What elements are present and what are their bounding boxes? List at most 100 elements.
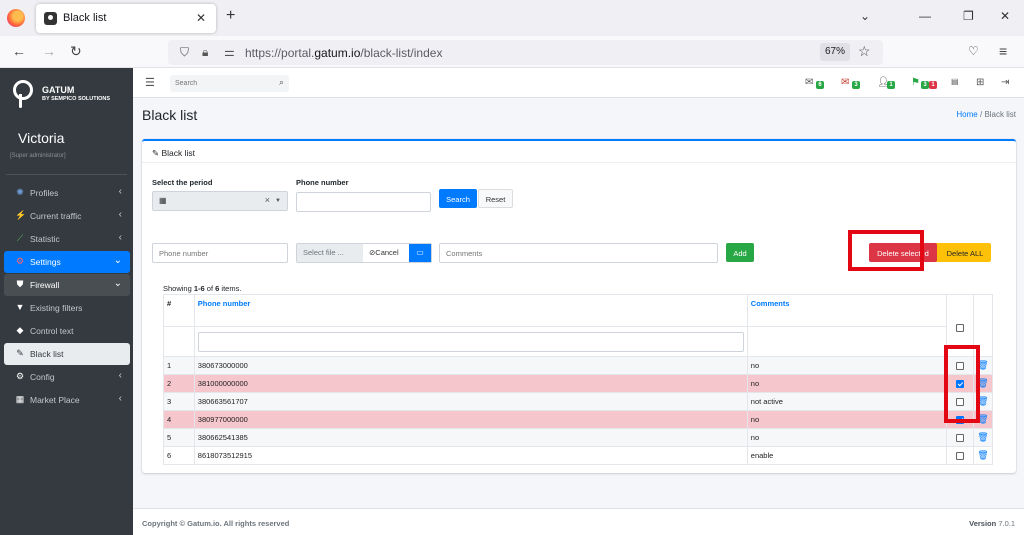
minimize-icon[interactable]: — bbox=[919, 9, 931, 23]
messages-icon[interactable]: ✉ bbox=[805, 77, 813, 88]
tasks-icon[interactable]: ⚑ bbox=[911, 77, 920, 88]
row-comment: no bbox=[746, 428, 948, 447]
search-button[interactable]: Search bbox=[439, 189, 477, 208]
brand-name: GATUM bbox=[42, 85, 75, 95]
restore-icon[interactable]: ❐ bbox=[963, 9, 974, 23]
forward-icon[interactable]: → bbox=[42, 43, 56, 59]
sidebar-item-label: Profiles bbox=[30, 188, 59, 198]
search-input[interactable] bbox=[175, 77, 270, 90]
top-header: ☰ ⌕ ✉ 6 ✉ 3 👤︎ 1 ⚑ 3 1 ▤ ⊞ ⇥ bbox=[133, 68, 1024, 98]
row-phone-number: 380662541385 bbox=[193, 428, 748, 447]
app-menu-icon[interactable]: ≡ bbox=[999, 43, 1007, 59]
close-window-icon[interactable]: ✕ bbox=[1000, 9, 1010, 23]
clear-icon[interactable]: × bbox=[265, 195, 270, 205]
gatum-favicon-icon bbox=[44, 12, 57, 25]
sidebar-item-config[interactable]: ⚙ Config ‹ bbox=[4, 366, 130, 388]
fullscreen-icon[interactable]: ⊞ bbox=[976, 77, 984, 88]
shield-icon[interactable]: ⛉ bbox=[180, 45, 189, 60]
sidebar-item-settings[interactable]: ⚙ Settings ⌄ bbox=[4, 251, 130, 273]
firefox-icon[interactable] bbox=[7, 9, 25, 27]
sidebar-item-existing-filters[interactable]: ▼ Existing filters bbox=[4, 297, 130, 319]
select-all-checkbox[interactable] bbox=[956, 324, 965, 332]
trash-icon[interactable]: 🗑︎ bbox=[977, 450, 988, 460]
language-flag-icon[interactable]: ▤ bbox=[951, 77, 959, 86]
row-phone-number: 380977000000 bbox=[193, 410, 748, 429]
row-select-checkbox[interactable] bbox=[956, 434, 965, 442]
user-name[interactable]: Victoria bbox=[18, 130, 64, 146]
browser-nav-bar: ← → ↻ ⛉ 🔒︎ ⚌ https://portal.gatum.io/bla… bbox=[0, 36, 1024, 68]
comments-input[interactable] bbox=[439, 243, 718, 263]
add-button[interactable]: Add bbox=[726, 243, 754, 262]
sidebar-item-market-place[interactable]: ▦ Market Place ‹ bbox=[4, 389, 130, 411]
chevron-left-icon: ‹ bbox=[118, 232, 122, 243]
sidebar-menu: ✺ Profiles ‹ ⚡ Current traffic ‹ ⟋ Stati… bbox=[4, 182, 130, 412]
sidebar-item-label: Config bbox=[30, 372, 55, 382]
sidebar-item-current-traffic[interactable]: ⚡ Current traffic ‹ bbox=[4, 205, 130, 227]
chevron-left-icon: ‹ bbox=[118, 209, 122, 220]
back-icon[interactable]: ← bbox=[12, 43, 26, 59]
row-phone-number: 380663561707 bbox=[193, 392, 748, 411]
reset-button[interactable]: Reset bbox=[478, 189, 513, 208]
version-text: Version 7.0.1 bbox=[969, 519, 1015, 528]
phone-number-input[interactable] bbox=[152, 243, 288, 263]
logout-icon[interactable]: ⇥ bbox=[1001, 77, 1009, 88]
messages-badge: 6 bbox=[816, 81, 824, 89]
reload-icon[interactable]: ↻ bbox=[70, 43, 82, 59]
column-header-comments[interactable]: Comments bbox=[746, 294, 948, 327]
gatum-logo-icon[interactable] bbox=[10, 80, 33, 110]
lock-icon[interactable]: 🔒︎ bbox=[202, 45, 208, 60]
tab-list-chevron-icon[interactable]: ⌄ bbox=[860, 9, 870, 23]
close-tab-icon[interactable]: ✕ bbox=[196, 11, 206, 25]
breadcrumb-home[interactable]: Home bbox=[956, 110, 977, 119]
phone-column-filter-input[interactable] bbox=[197, 331, 744, 352]
search-icon[interactable]: ⌕ bbox=[279, 77, 284, 88]
alerts-icon[interactable]: ✉ bbox=[841, 77, 849, 88]
caret-down-icon[interactable]: ▼ bbox=[275, 198, 281, 204]
file-cancel-button[interactable]: ⊘Cancel bbox=[369, 248, 399, 257]
sidebar-item-label: Settings bbox=[30, 257, 61, 267]
new-tab-icon[interactable]: + bbox=[226, 8, 235, 24]
sidebar-item-profiles[interactable]: ✺ Profiles ‹ bbox=[4, 182, 130, 204]
permissions-icon[interactable]: ⚌ bbox=[224, 45, 235, 59]
sidebar-item-label: Existing filters bbox=[30, 303, 83, 313]
pocket-icon[interactable]: ♡ bbox=[968, 43, 979, 59]
row-comment: enable bbox=[746, 446, 948, 465]
row-comment: no bbox=[746, 374, 948, 393]
column-header-phone[interactable]: Phone number bbox=[193, 294, 748, 327]
chevron-down-icon: ⌄ bbox=[113, 255, 122, 266]
traffic-icon: ⚡ bbox=[15, 210, 27, 220]
gear-icon: ⚙ bbox=[15, 371, 25, 381]
card-header: ✎ Black list bbox=[142, 141, 1016, 163]
page-title: Black list bbox=[142, 107, 198, 123]
row-select-checkbox[interactable] bbox=[956, 452, 965, 460]
browser-tab[interactable]: Black list ✕ bbox=[36, 4, 216, 33]
row-number: 6 bbox=[163, 446, 195, 465]
url-text[interactable]: https://portal.gatum.io/black-list/index bbox=[245, 46, 442, 60]
table-row: 5 380662541385 no 🗑︎ bbox=[163, 428, 994, 447]
phone-filter-input[interactable] bbox=[296, 192, 431, 212]
users-badge: 1 bbox=[887, 81, 895, 89]
url-bar[interactable]: ⛉ 🔒︎ ⚌ https://portal.gatum.io/black-lis… bbox=[168, 40, 883, 65]
settings-icon: ⚙ bbox=[15, 256, 25, 266]
sidebar-item-statistic[interactable]: ⟋ Statistic ‹ bbox=[4, 228, 130, 250]
file-input[interactable]: Select file ... ⊘Cancel ▭ bbox=[296, 243, 432, 263]
row-comment: not active bbox=[746, 392, 948, 411]
delete-all-button[interactable]: Delete ALL bbox=[929, 243, 991, 262]
period-select[interactable]: ▦ × ▼ bbox=[152, 191, 288, 211]
black-list-card: ✎ Black list Select the period ▦ × ▼ Pho… bbox=[142, 139, 1016, 473]
sidebar-item-firewall[interactable]: ⛊ Firewall ⌄ bbox=[4, 274, 130, 296]
folder-open-icon[interactable]: ▭ bbox=[409, 244, 431, 262]
bookmark-star-icon[interactable]: ☆ bbox=[858, 43, 871, 60]
sidebar-item-black-list[interactable]: ✎ Black list bbox=[4, 343, 130, 365]
filter-icon: ▼ bbox=[15, 302, 25, 312]
row-select-cell bbox=[946, 428, 974, 447]
trash-icon[interactable]: 🗑︎ bbox=[977, 432, 988, 442]
table-row: 2 381000000000 no 🗑︎ bbox=[163, 374, 994, 393]
zoom-level[interactable]: 67% bbox=[820, 43, 850, 61]
column-header-number: # bbox=[163, 294, 195, 327]
row-number: 1 bbox=[163, 356, 195, 375]
table-row: 1 380673000000 no 🗑︎ bbox=[163, 356, 994, 375]
sidebar-item-control-text[interactable]: ◆ Control text bbox=[4, 320, 130, 342]
hamburger-menu-icon[interactable]: ☰ bbox=[145, 76, 155, 89]
sidebar-item-label: Statistic bbox=[30, 234, 60, 244]
